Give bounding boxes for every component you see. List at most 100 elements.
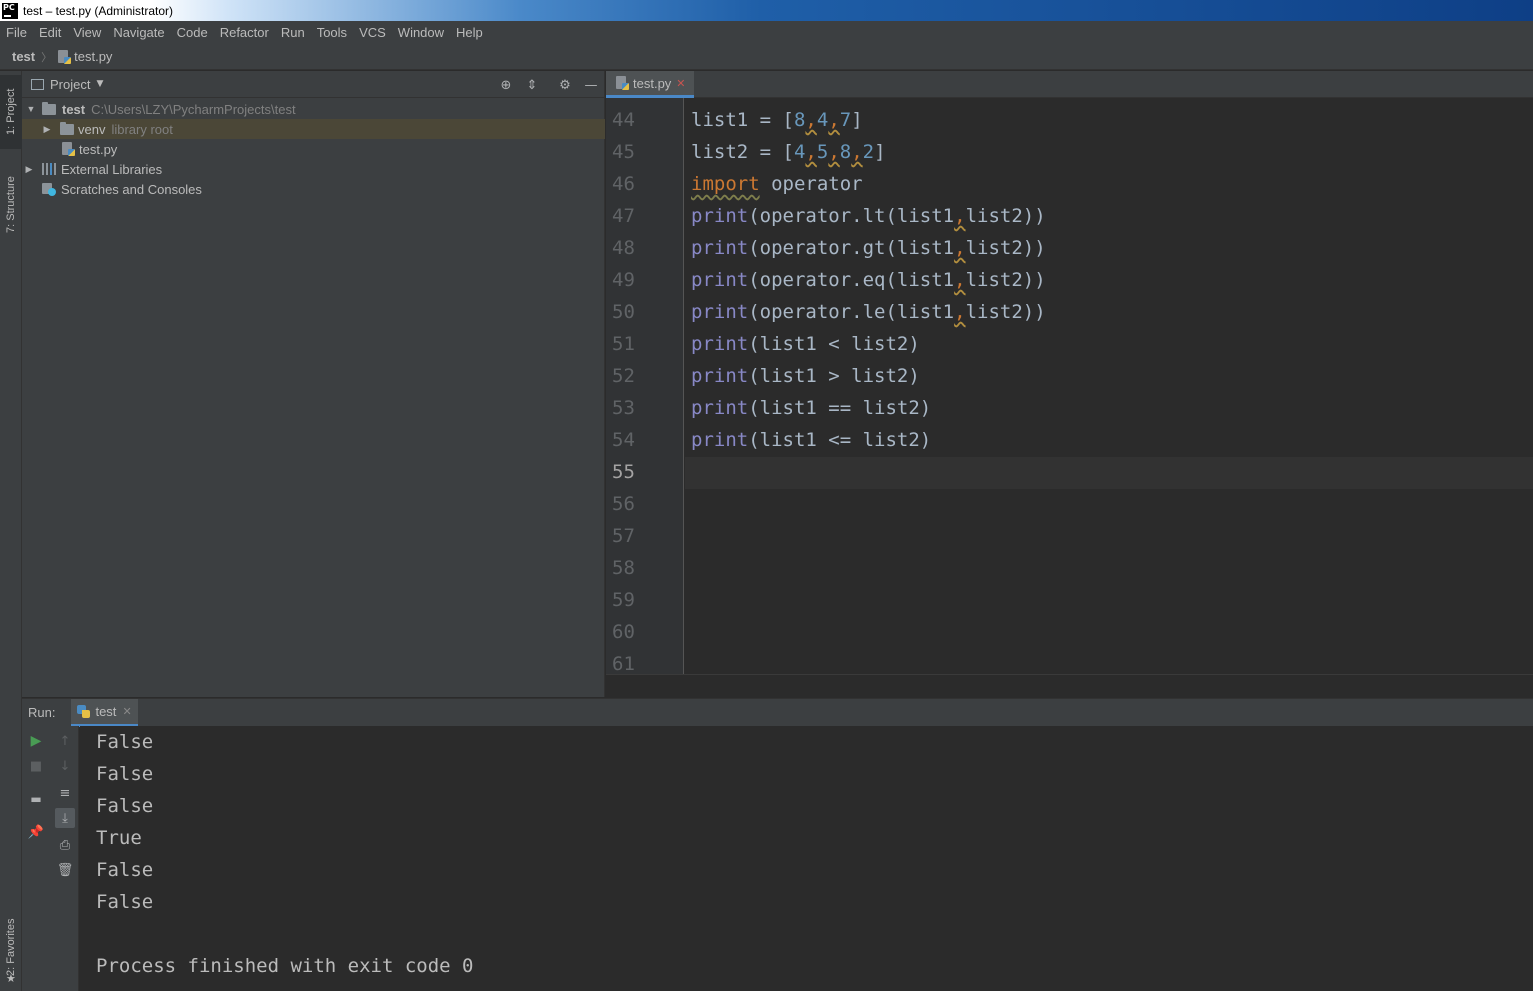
code-line-52[interactable]: print(list1 > list2): [691, 360, 920, 392]
code-keyword: import: [691, 173, 760, 195]
code-number: 4: [793, 141, 806, 163]
menu-edit[interactable]: Edit: [39, 25, 61, 40]
code-builtin: print: [691, 237, 749, 259]
code-line-49[interactable]: print(operator.eq(list1,list2)): [691, 264, 1046, 296]
code-line-51[interactable]: print(list1 < list2): [691, 328, 920, 360]
tree-item-venv[interactable]: ▶ venv library root: [22, 119, 605, 139]
code-line-44[interactable]: list1 = [8,4,7]: [691, 104, 863, 136]
menu-view[interactable]: View: [73, 25, 101, 40]
tree-item-label: venv: [78, 121, 106, 137]
breadcrumb-file[interactable]: test.py: [74, 49, 112, 64]
line-number: 46: [612, 173, 635, 195]
star-icon: ★: [6, 972, 16, 985]
menu-code[interactable]: Code: [177, 25, 208, 40]
code-builtin: print: [691, 397, 749, 419]
line-number: 57: [612, 525, 635, 547]
line-number: 49: [612, 269, 635, 291]
tree-item-project-root[interactable]: ▼ test C:\Users\LZY\PycharmProjects\test: [22, 99, 605, 119]
line-number: 47: [612, 205, 635, 227]
tree-item-label: Scratches and Consoles: [61, 181, 202, 197]
menu-help[interactable]: Help: [456, 25, 483, 40]
code-line-53[interactable]: print(list1 == list2): [691, 392, 931, 424]
code-line-47[interactable]: print(operator.lt(list1,list2)): [691, 200, 1046, 232]
code-line-50[interactable]: print(operator.le(list1,list2)): [691, 296, 1046, 328]
line-number: 60: [612, 621, 635, 643]
menu-tools[interactable]: Tools: [317, 25, 347, 40]
code-number: 4: [816, 109, 829, 131]
code-token: list2)): [965, 205, 1046, 227]
line-number: 45: [612, 141, 635, 163]
tool-tab-project-label: 1: Project: [5, 88, 17, 136]
line-number: 50: [612, 301, 635, 323]
code-token: list2)): [965, 269, 1046, 291]
layout-icon[interactable]: ▬: [26, 789, 46, 809]
tree-item-test-py[interactable]: test.py: [22, 139, 605, 159]
menu-run[interactable]: Run: [281, 25, 305, 40]
soft-wrap-icon[interactable]: ≡: [55, 783, 75, 803]
pin-icon[interactable]: 📌: [26, 822, 46, 842]
close-icon[interactable]: ✕: [122, 705, 131, 718]
code-builtin: print: [691, 429, 749, 451]
print-icon[interactable]: ⎙: [55, 835, 75, 855]
run-tab-test[interactable]: test ✕: [71, 698, 138, 727]
pycharm-logo-icon: PC: [2, 2, 18, 19]
menu-file[interactable]: File: [6, 25, 27, 40]
run-toolbar-secondary: ↑ ↓ ≡ ⤓ ⎙ 🗑: [51, 726, 79, 991]
collapsed-arrow-icon[interactable]: ▶: [24, 164, 34, 175]
menu-vcs[interactable]: VCS: [359, 25, 386, 40]
expanded-arrow-icon[interactable]: ▼: [26, 104, 36, 114]
window-title: test – test.py (Administrator): [23, 3, 174, 18]
collapsed-arrow-icon[interactable]: ▶: [42, 124, 52, 135]
tool-tab-favorites-label: 2: Favorites: [5, 918, 17, 976]
code-token: (operator.eq(list1: [748, 269, 955, 291]
tool-tab-project[interactable]: 1: Project: [0, 75, 22, 149]
code-comma: ,: [828, 109, 840, 131]
stop-icon[interactable]: ■: [26, 756, 46, 776]
locate-target-icon[interactable]: ⊕: [498, 77, 514, 93]
breadcrumb-project[interactable]: test: [12, 49, 35, 64]
menu-window[interactable]: Window: [398, 25, 444, 40]
code-number: 8: [839, 141, 852, 163]
code-token: list2)): [965, 301, 1046, 323]
editor-scroll-area: [606, 674, 1533, 697]
console-line: False: [96, 795, 154, 817]
project-view-selector[interactable]: Project: [50, 77, 90, 92]
tree-item-scratches[interactable]: Scratches and Consoles: [22, 179, 605, 199]
tree-item-label: External Libraries: [61, 161, 163, 177]
menu-navigate[interactable]: Navigate: [113, 25, 164, 40]
code-token: list2)): [965, 237, 1046, 259]
tool-tab-structure[interactable]: 7: Structure: [0, 165, 22, 245]
close-icon[interactable]: ✕: [676, 77, 685, 90]
tree-item-path: C:\Users\LZY\PycharmProjects\test: [91, 101, 296, 117]
arrow-down-icon[interactable]: ↓: [55, 756, 75, 776]
code-comma: ,: [805, 109, 817, 131]
line-number: 54: [612, 429, 635, 451]
code-token: ]: [851, 109, 863, 131]
code-token: (list1 > list2): [748, 365, 920, 387]
scroll-to-end-icon[interactable]: ⤓: [55, 808, 75, 828]
code-builtin: print: [691, 205, 749, 227]
code-number: 5: [816, 141, 829, 163]
code-builtin: print: [691, 365, 749, 387]
run-toolbar-primary: ▶ ■ ▬ 📌: [22, 726, 51, 991]
left-tool-stripe: 1: Project 7: Structure 2: Favorites ★: [0, 71, 22, 991]
arrow-up-icon[interactable]: ↑: [55, 731, 75, 751]
code-line-54[interactable]: print(list1 <= list2): [691, 424, 931, 456]
gear-icon[interactable]: ⚙: [557, 77, 573, 93]
code-line-48[interactable]: print(operator.gt(list1,list2)): [691, 232, 1046, 264]
code-line-46[interactable]: import operator: [691, 168, 863, 200]
code-editor[interactable]: list1 = [8,4,7] list2 = [4,5,8,2] import…: [685, 98, 1533, 674]
trash-icon[interactable]: 🗑: [55, 860, 75, 880]
menu-refactor[interactable]: Refactor: [220, 25, 269, 40]
code-token: (operator.le(list1: [748, 301, 955, 323]
tree-item-external-libraries[interactable]: ▶ External Libraries: [22, 159, 605, 179]
chevron-down-icon[interactable]: ▼: [96, 79, 103, 89]
rerun-play-icon[interactable]: ▶: [26, 731, 46, 751]
collapse-all-icon[interactable]: ⇕: [524, 77, 540, 93]
minimize-icon[interactable]: —: [583, 77, 599, 93]
editor-tab-test-py[interactable]: test.py ✕: [606, 71, 694, 98]
code-line-45[interactable]: list2 = [4,5,8,2]: [691, 136, 886, 168]
code-comma: ,: [805, 141, 817, 163]
tree-item-hint: library root: [111, 121, 173, 137]
run-console-output[interactable]: False False False True False False Proce…: [80, 726, 1533, 991]
